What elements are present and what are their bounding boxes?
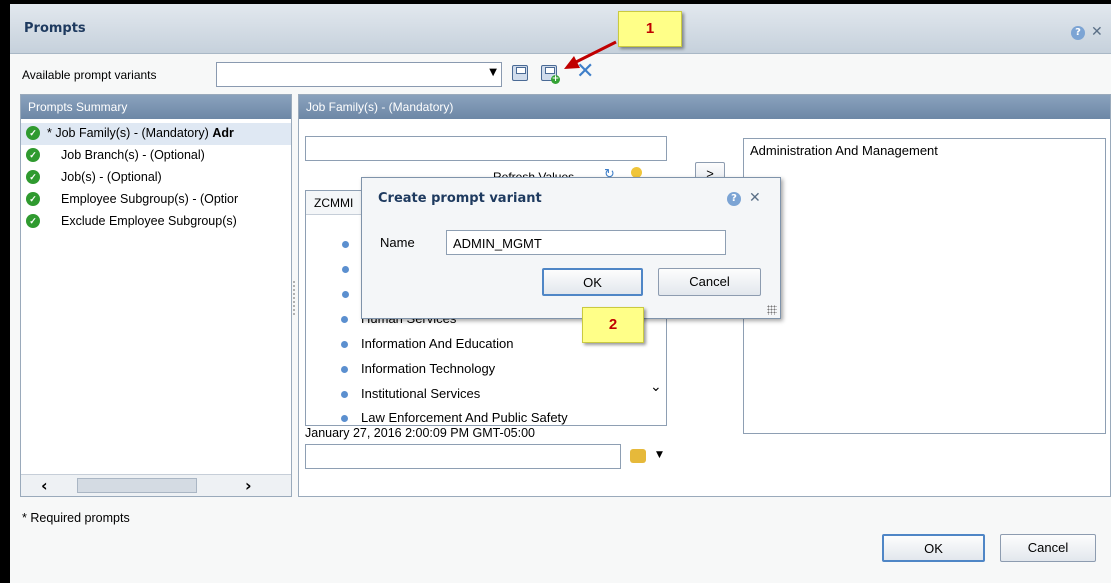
variant-label: Available prompt variants [22, 68, 157, 82]
list-item[interactable]: Information And Education [341, 336, 514, 351]
dialog-ok-button[interactable]: OK [542, 268, 643, 296]
close-icon[interactable]: ✕ [1091, 25, 1103, 39]
prompt-row-label: Job(s) - (Optional) [61, 170, 162, 184]
scroll-right-icon[interactable]: › [245, 476, 252, 495]
search-input[interactable] [305, 136, 667, 161]
check-icon: ✓ [26, 126, 40, 140]
value-picker-icon[interactable] [630, 449, 646, 463]
required-prompts-note: * Required prompts [22, 511, 130, 525]
resize-grip-icon[interactable] [767, 305, 777, 315]
prompts-summary-panel: Prompts Summary ✓ * Job Family(s) - (Man… [20, 94, 292, 497]
prompt-row-job-branch[interactable]: ✓ Job Branch(s) - (Optional) [21, 145, 291, 167]
scrollbar-thumb[interactable] [77, 478, 197, 493]
dropdown-arrow-icon[interactable]: ▼ [489, 67, 497, 78]
help-icon[interactable]: ? [727, 192, 741, 206]
check-icon: ✓ [26, 148, 40, 162]
prompt-row-label: * Job Family(s) - (Mandatory) Adr [47, 126, 234, 140]
list-bullet-icon [342, 241, 349, 248]
create-prompt-variant-dialog: Create prompt variant ? ✕ Name ADMIN_MGM… [361, 177, 781, 319]
close-icon[interactable]: ✕ [749, 191, 761, 205]
selected-list-item[interactable]: Administration And Management [750, 143, 938, 158]
check-icon: ✓ [26, 192, 40, 206]
window-title: Prompts [24, 21, 86, 36]
save-icon[interactable] [512, 65, 528, 81]
column-header-label: ZCMMI [314, 196, 354, 210]
list-item[interactable]: Information Technology [341, 361, 495, 376]
footer-ok-button[interactable]: OK [882, 534, 985, 562]
dropdown-arrow-icon[interactable]: ▼ [656, 450, 663, 460]
panel-splitter-handle[interactable] [292, 280, 296, 316]
help-icon[interactable]: ? [1071, 26, 1085, 40]
prompt-row-label: Job Branch(s) - (Optional) [61, 148, 205, 162]
dialog-cancel-button[interactable]: Cancel [658, 268, 761, 296]
selected-values-list[interactable]: Administration And Management [743, 138, 1106, 434]
summary-horizontal-scrollbar[interactable]: ‹ › [21, 474, 291, 496]
annotation-arrow-icon [564, 40, 617, 69]
prompts-summary-header: Prompts Summary [21, 95, 291, 119]
prompt-row-exclude-subgroup[interactable]: ✓ Exclude Employee Subgroup(s) [21, 211, 291, 233]
job-family-header: Job Family(s) - (Mandatory) [299, 95, 1110, 119]
list-item[interactable]: Institutional Services [341, 386, 480, 401]
prompt-row-job-family[interactable]: ✓ * Job Family(s) - (Mandatory) Adr [21, 123, 291, 145]
variant-name-input[interactable]: ADMIN_MGMT [446, 230, 726, 255]
prompt-row-label: Exclude Employee Subgroup(s) [61, 214, 237, 228]
check-icon: ✓ [26, 170, 40, 184]
dialog-title: Create prompt variant [378, 191, 542, 206]
list-bullet-icon [342, 291, 349, 298]
footer-cancel-button[interactable]: Cancel [1000, 534, 1096, 562]
annotation-callout-1: 1 [618, 11, 682, 47]
annotation-callout-2: 2 [582, 307, 644, 343]
scroll-down-icon[interactable]: ⌄ [650, 379, 662, 395]
check-icon: ✓ [26, 214, 40, 228]
prompt-row-employee-subgroup[interactable]: ✓ Employee Subgroup(s) - (Optior [21, 189, 291, 211]
list-item[interactable]: Law Enforcement And Public Safety [341, 410, 568, 425]
scroll-left-icon[interactable]: ‹ [41, 476, 48, 495]
last-refresh-timestamp: January 27, 2016 2:00:09 PM GMT-05:00 [305, 426, 535, 440]
prompt-row-label: Employee Subgroup(s) - (Optior [61, 192, 239, 206]
name-label: Name [380, 235, 415, 250]
variant-select[interactable]: ▼ [216, 62, 502, 87]
prompt-row-jobs[interactable]: ✓ Job(s) - (Optional) [21, 167, 291, 189]
value-entry-input[interactable] [305, 444, 621, 469]
save-as-new-icon[interactable]: + [541, 65, 560, 84]
list-bullet-icon [342, 266, 349, 273]
